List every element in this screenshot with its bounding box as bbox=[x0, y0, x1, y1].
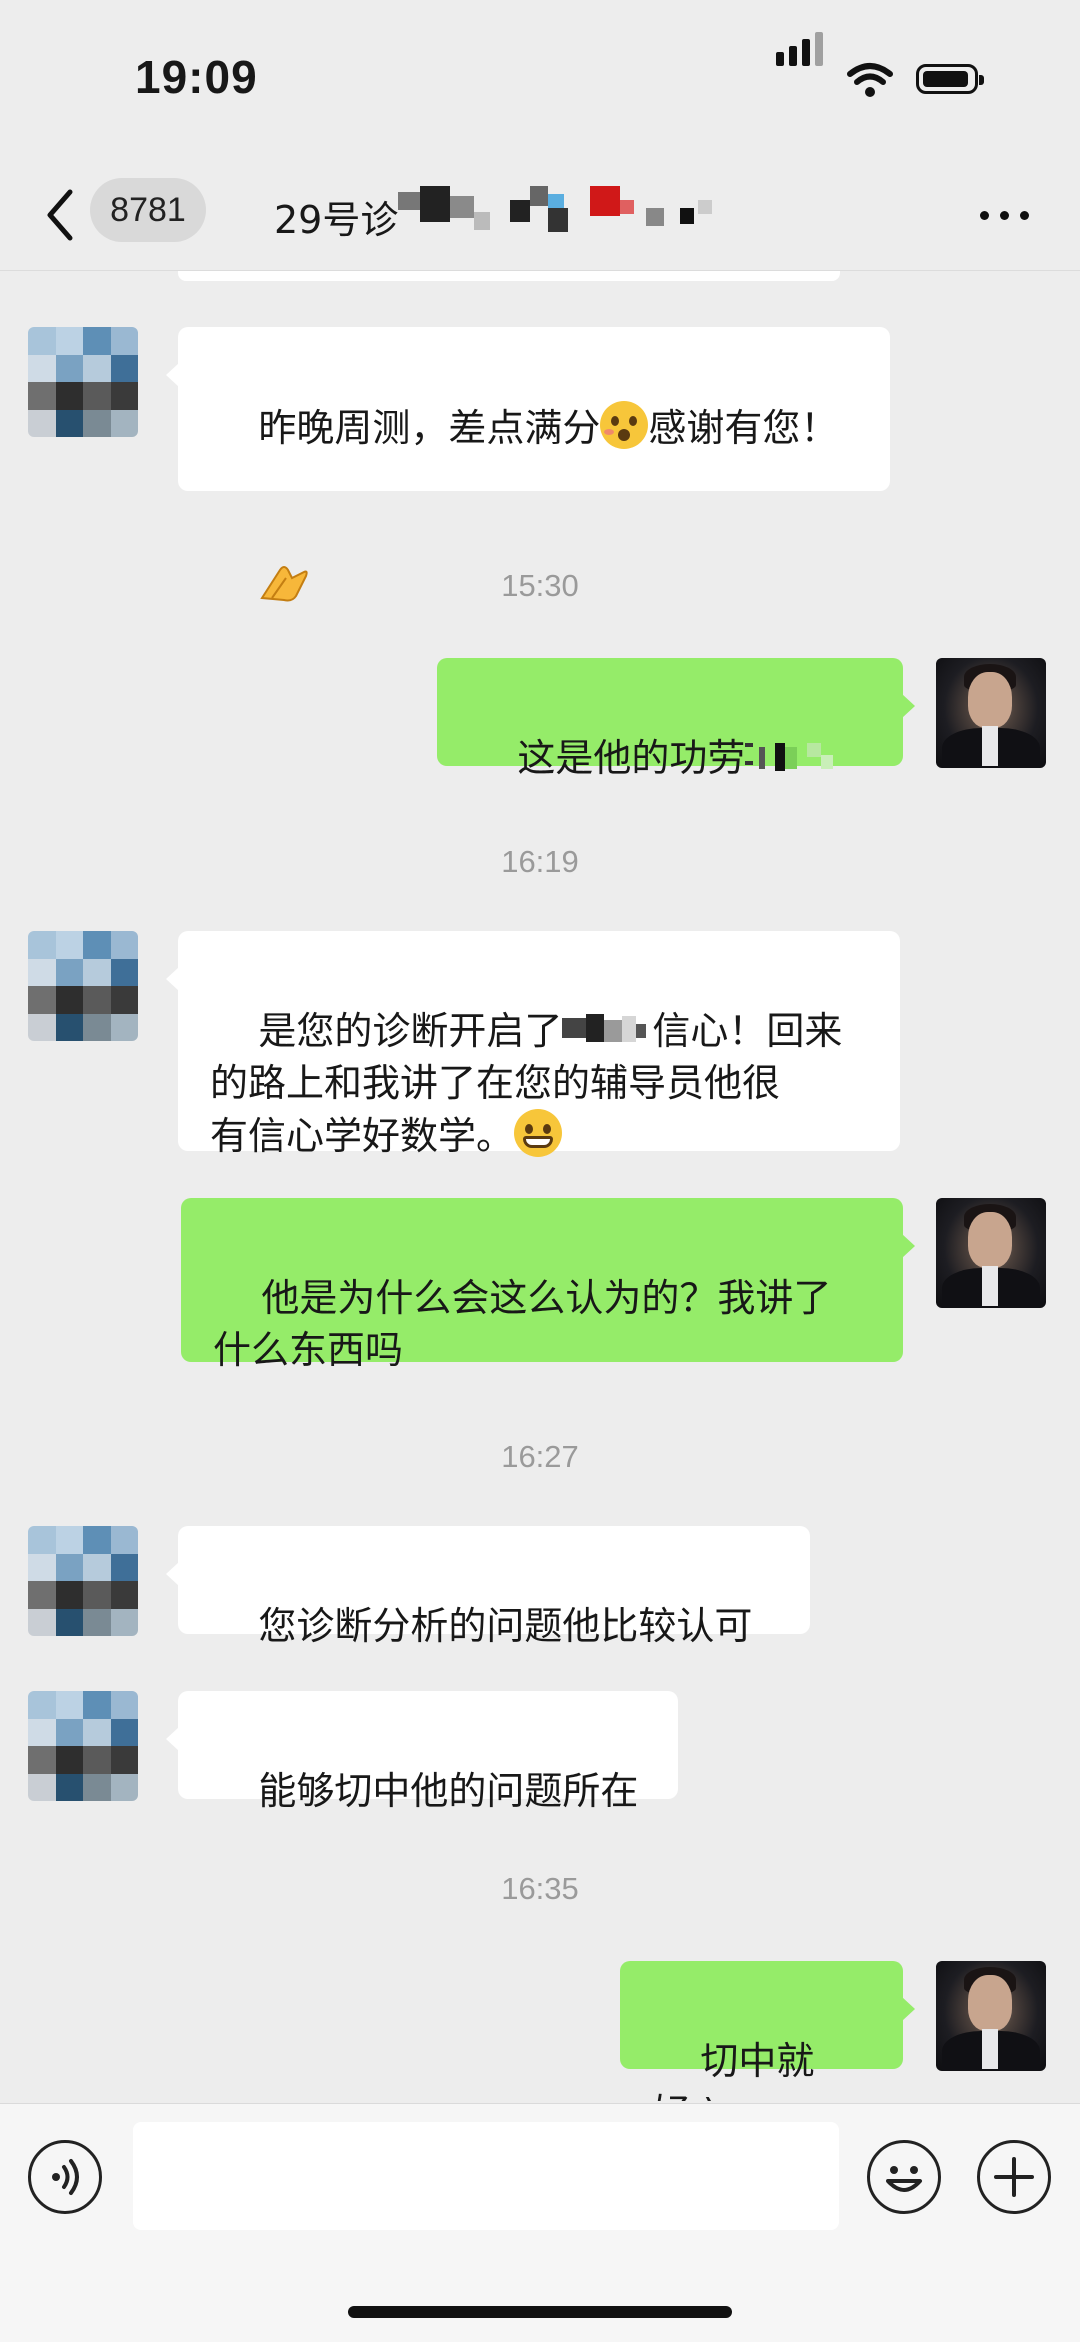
self-avatar[interactable] bbox=[936, 658, 1046, 768]
previous-message-bubble bbox=[178, 271, 840, 281]
plus-icon bbox=[994, 2157, 1034, 2197]
status-bar: 19:09 bbox=[0, 0, 1080, 160]
home-indicator[interactable] bbox=[348, 2306, 732, 2318]
chat-message-list[interactable]: 昨晚周测，差点满分 感谢有您！ 15:30 这是他的功劳 16:19 是您的诊断… bbox=[0, 271, 1080, 2101]
more-options-button[interactable] bbox=[980, 200, 1030, 230]
self-avatar[interactable] bbox=[936, 1961, 1046, 2071]
voice-input-button[interactable] bbox=[28, 2140, 102, 2214]
chat-title-text: 29号诊 bbox=[274, 197, 399, 242]
self-avatar[interactable] bbox=[936, 1198, 1046, 1308]
message-text: 是您的诊断开启了 bbox=[258, 1009, 563, 1053]
message-text: 的路上和我讲了在您的辅导员他很 bbox=[210, 1061, 781, 1105]
message-bubble-incoming[interactable]: 您诊断分析的问题他比较认可 bbox=[166, 1526, 810, 1648]
contact-avatar[interactable] bbox=[28, 327, 138, 437]
status-time: 19:09 bbox=[135, 51, 258, 103]
wifi-icon bbox=[847, 63, 893, 97]
message-bubble-incoming[interactable]: 能够切中他的问题所在 bbox=[166, 1691, 678, 1813]
voice-icon bbox=[52, 2159, 79, 2195]
message-bubble-incoming[interactable]: 是您的诊断开启了 信心！回来的路上和我讲了在您的辅导员他很 有信心学好数学。 bbox=[166, 931, 900, 1158]
message-timestamp: 16:19 bbox=[501, 844, 579, 879]
battery-icon bbox=[916, 64, 984, 94]
chat-header: 8781 29号诊 bbox=[0, 160, 1080, 271]
message-text: 感谢有您！ bbox=[648, 406, 839, 450]
message-text: 这是他的功劳 bbox=[517, 736, 746, 780]
contact-avatar[interactable] bbox=[28, 1526, 138, 1636]
message-timestamp: 16:27 bbox=[501, 1439, 579, 1474]
contact-avatar[interactable] bbox=[28, 931, 138, 1041]
message-bubble-outgoing[interactable]: 切中就好:) bbox=[620, 1961, 915, 2101]
message-text: 能够切中他的问题所在 bbox=[258, 1769, 639, 1813]
message-bubble-outgoing[interactable]: 这是他的功劳 bbox=[437, 658, 915, 780]
more-functions-button[interactable] bbox=[977, 2140, 1051, 2214]
text-mosaic bbox=[745, 743, 834, 771]
message-text: 信心！回来 bbox=[652, 1009, 843, 1053]
message-bubble-incoming[interactable]: 昨晚周测，差点满分 感谢有您！ bbox=[166, 327, 890, 602]
message-text: 他是为什么会这么认为的？我讲了 什么东西吗 bbox=[213, 1276, 832, 1372]
surprised-emoji-icon bbox=[600, 401, 649, 449]
unread-count-badge[interactable]: 8781 bbox=[90, 178, 206, 242]
message-timestamp: 15:30 bbox=[501, 568, 579, 603]
message-timestamp: 16:35 bbox=[501, 1871, 579, 1906]
contact-avatar[interactable] bbox=[28, 1691, 138, 1801]
message-text: 您诊断分析的问题他比较认可 bbox=[258, 1604, 753, 1648]
grin-emoji-icon bbox=[514, 1109, 563, 1157]
text-mosaic bbox=[562, 1014, 647, 1042]
message-bubble-outgoing[interactable]: 他是为什么会这么认为的？我讲了 什么东西吗 bbox=[181, 1198, 915, 1372]
title-mosaic bbox=[398, 186, 713, 232]
message-text: 有信心学好数学。 bbox=[210, 1114, 515, 1158]
message-text: 昨晚周测，差点满分 bbox=[258, 406, 601, 450]
smiley-icon bbox=[886, 2166, 922, 2192]
chat-title: 29号诊 bbox=[274, 186, 778, 246]
message-input[interactable] bbox=[133, 2122, 839, 2230]
emoji-button[interactable] bbox=[867, 2140, 941, 2214]
back-button[interactable] bbox=[40, 180, 80, 250]
message-text: 切中就好:) bbox=[652, 2039, 815, 2101]
